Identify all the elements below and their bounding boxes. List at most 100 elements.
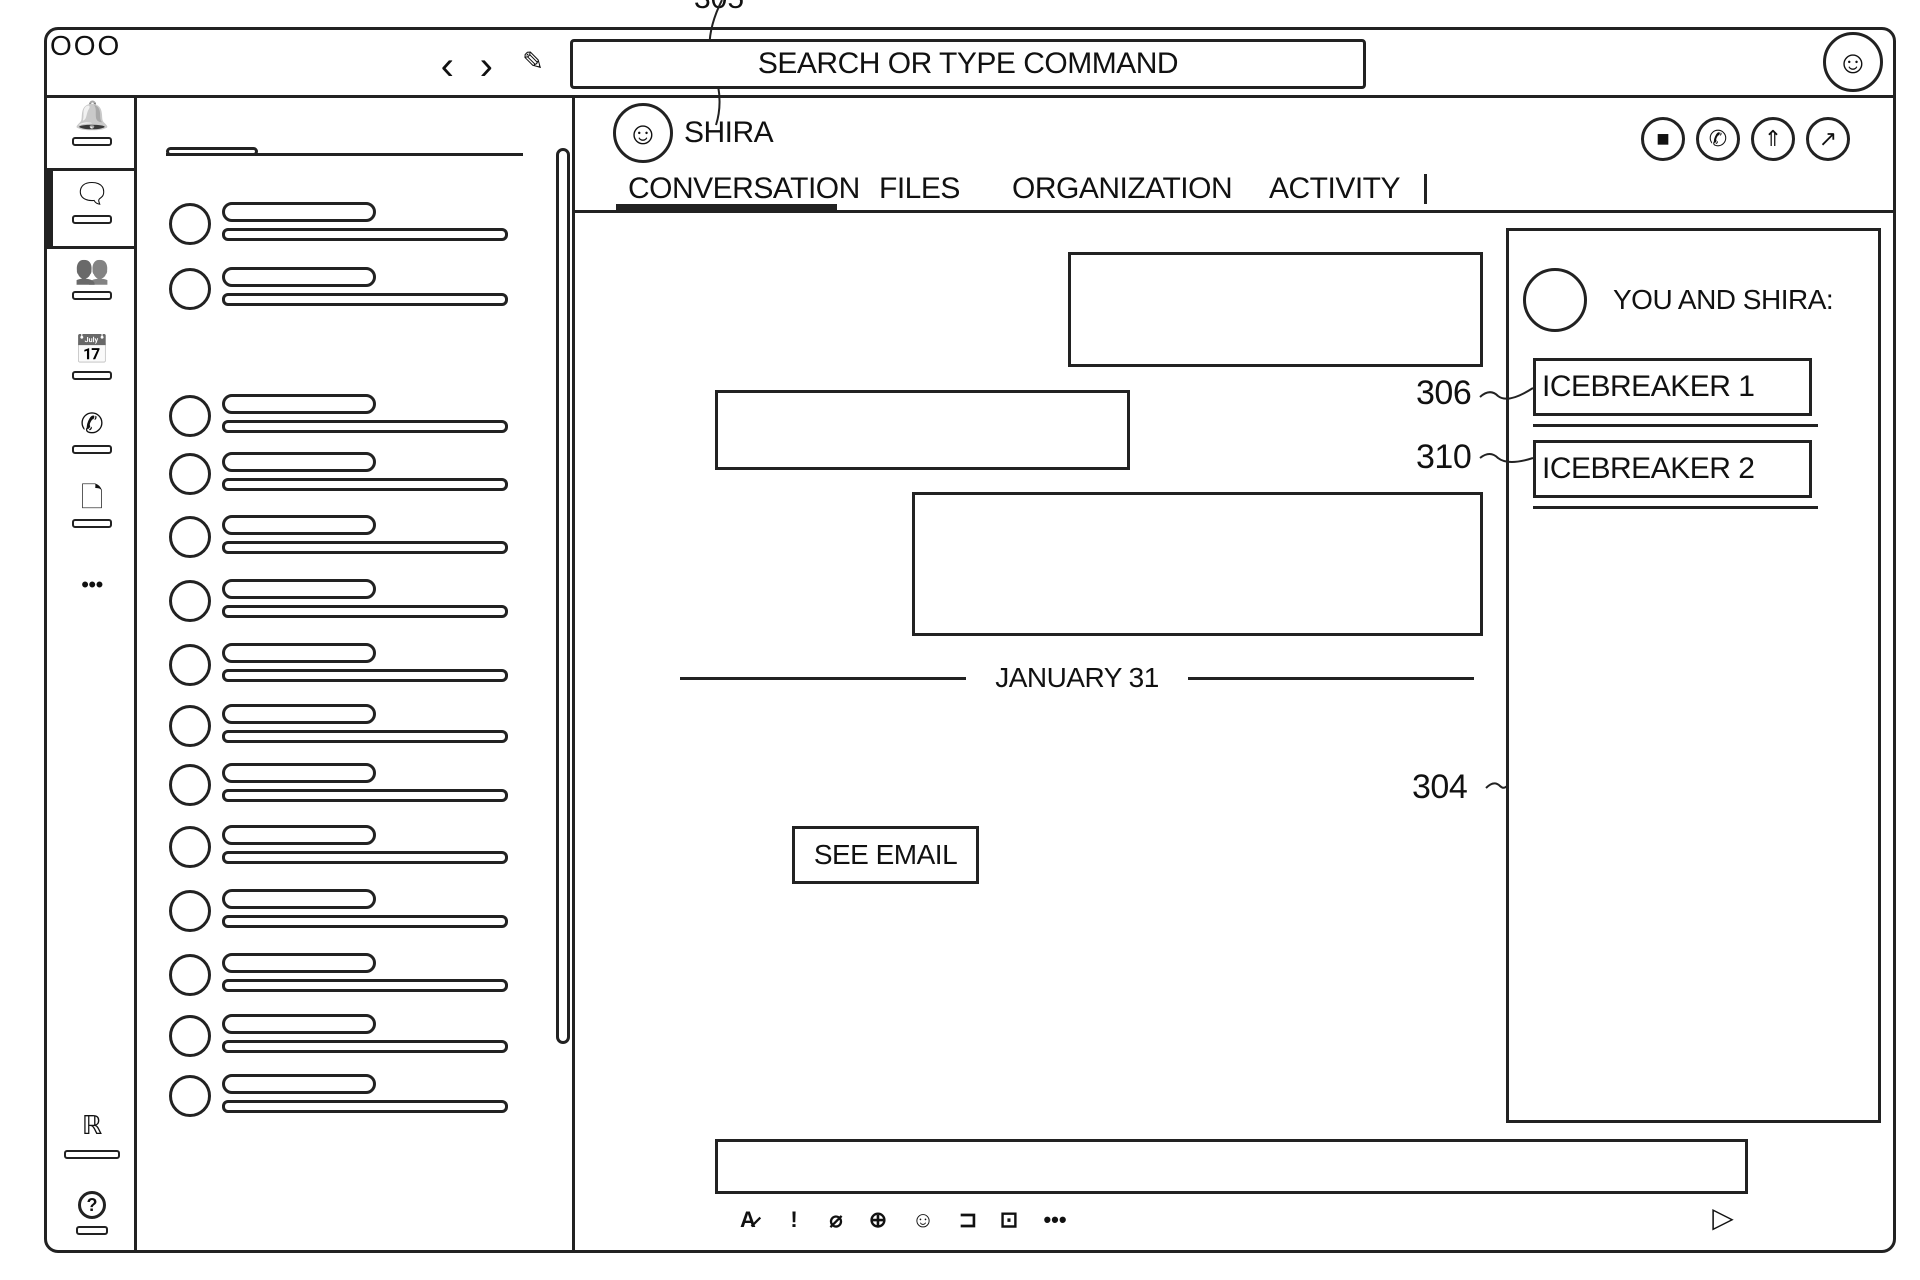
attach-button[interactable]: ⌀: [821, 1206, 851, 1234]
icebreaker-2-button[interactable]: ICEBREAKER 2: [1533, 440, 1812, 498]
message-input[interactable]: [715, 1139, 1748, 1194]
list-item[interactable]: [166, 949, 511, 1001]
list-item[interactable]: [166, 263, 511, 315]
teams-icon: 👥: [74, 254, 110, 285]
meet-button[interactable]: ⊡: [994, 1206, 1024, 1234]
list-item[interactable]: [166, 885, 511, 937]
list-item[interactable]: [166, 448, 511, 500]
rail-label-bar: [72, 371, 112, 380]
list-item-avatar: [169, 826, 211, 868]
list-item[interactable]: [166, 511, 511, 563]
divider: [572, 96, 575, 1253]
list-item[interactable]: [166, 1010, 511, 1062]
list-item-title: [222, 1014, 376, 1034]
phone-call-button[interactable]: ✆: [1696, 117, 1740, 161]
list-item-avatar: [169, 1075, 211, 1117]
share-screen-button[interactable]: ⇑: [1751, 117, 1795, 161]
rail-item-teams[interactable]: 👥: [66, 253, 118, 313]
call-icon: ✆: [80, 408, 104, 439]
list-item-preview: [222, 541, 508, 554]
panel-title: YOU AND SHIRA:: [1613, 284, 1834, 315]
tab-conversation[interactable]: CONVERSATION: [628, 172, 860, 206]
list-item[interactable]: [166, 1070, 511, 1122]
list-item[interactable]: [166, 759, 511, 811]
list-item-preview: [222, 979, 508, 992]
more-apps-icon[interactable]: •••: [70, 574, 114, 596]
format-button[interactable]: A̷: [733, 1206, 763, 1234]
tab-organization[interactable]: ORGANIZATION: [1012, 172, 1233, 206]
list-header-tab[interactable]: [166, 147, 258, 156]
list-item-title: [222, 579, 376, 599]
message-bubble: [912, 492, 1483, 636]
callout-306: 306: [1416, 374, 1472, 412]
list-item[interactable]: [166, 639, 511, 691]
list-item-avatar: [169, 1015, 211, 1057]
priority-icon: !: [790, 1207, 798, 1232]
rail-label-bar: [72, 137, 112, 146]
message-bubble: [1068, 252, 1483, 367]
compose-icon[interactable]: ✎: [520, 48, 546, 74]
more-icon: •••: [1043, 1207, 1067, 1232]
more-button[interactable]: •••: [1040, 1206, 1070, 1234]
active-indicator: [44, 170, 53, 248]
list-item-preview: [222, 228, 508, 241]
rail-item-calendar[interactable]: 📅: [66, 333, 118, 393]
priority-button[interactable]: !: [779, 1206, 809, 1234]
file-icon: 🗋: [80, 482, 104, 513]
bell-icon: 🔔: [74, 100, 110, 131]
panel-avatar: [1523, 268, 1587, 332]
rail-item-file[interactable]: 🗋: [66, 481, 118, 541]
emoji-button[interactable]: ☺: [908, 1206, 938, 1234]
phone-call-icon: ✆: [1708, 126, 1728, 151]
list-item-title: [222, 889, 376, 909]
list-item-title: [222, 515, 376, 535]
list-item[interactable]: [166, 700, 511, 752]
date-separator: JANUARY 31: [995, 662, 1159, 693]
divider: [1533, 506, 1818, 509]
rail-item-call[interactable]: ✆: [66, 407, 118, 467]
window-controls[interactable]: OOO: [50, 30, 121, 62]
icebreaker-label: ICEBREAKER 2: [1542, 452, 1755, 485]
search-input[interactable]: SEARCH OR TYPE COMMAND: [570, 39, 1366, 89]
help-glyph: ?: [86, 1195, 98, 1215]
tab-activity[interactable]: ACTIVITY: [1269, 172, 1401, 206]
list-scrollbar[interactable]: [556, 148, 570, 1044]
globe-button[interactable]: ⊕: [863, 1206, 893, 1234]
list-item-title: [222, 825, 376, 845]
attach-icon: ⌀: [829, 1207, 843, 1232]
message-bubble: [715, 390, 1130, 470]
user-avatar[interactable]: ☺: [1823, 32, 1883, 92]
sticker-button[interactable]: ⊐: [953, 1206, 983, 1234]
list-item-preview: [222, 730, 508, 743]
list-item-avatar: [169, 203, 211, 245]
rail-item-bell[interactable]: 🔔: [66, 99, 118, 159]
list-item-title: [222, 763, 376, 783]
callout-310: 310: [1416, 438, 1472, 476]
apps-label-bar: [64, 1150, 120, 1159]
list-item-title: [222, 394, 376, 414]
list-item-title: [222, 704, 376, 724]
apps-icon[interactable]: ℝ: [70, 1112, 114, 1138]
contact-name: SHIRA: [684, 116, 774, 149]
list-item[interactable]: [166, 575, 511, 627]
forward-button[interactable]: ›: [474, 46, 498, 86]
pop-out-button[interactable]: ↗: [1806, 117, 1850, 161]
send-button[interactable]: ▷: [1708, 1204, 1738, 1232]
list-item-avatar: [169, 516, 211, 558]
list-item[interactable]: [166, 198, 511, 250]
back-button[interactable]: ‹: [435, 46, 459, 86]
list-item[interactable]: [166, 821, 511, 873]
list-item-preview: [222, 789, 508, 802]
see-email-label: SEE EMAIL: [813, 839, 958, 870]
list-item-avatar: [169, 890, 211, 932]
see-email-button[interactable]: SEE EMAIL: [792, 826, 979, 884]
video-call-button[interactable]: ■: [1641, 117, 1685, 161]
tab-files[interactable]: FILES: [879, 172, 960, 206]
rail-item-chat[interactable]: 🗨: [66, 177, 118, 237]
list-item-preview: [222, 478, 508, 491]
list-item[interactable]: [166, 390, 511, 442]
icebreaker-1-button[interactable]: ICEBREAKER 1: [1533, 358, 1812, 416]
rail-label-bar: [72, 215, 112, 224]
help-icon[interactable]: ?: [78, 1191, 106, 1219]
icebreaker-label: ICEBREAKER 1: [1542, 370, 1755, 403]
